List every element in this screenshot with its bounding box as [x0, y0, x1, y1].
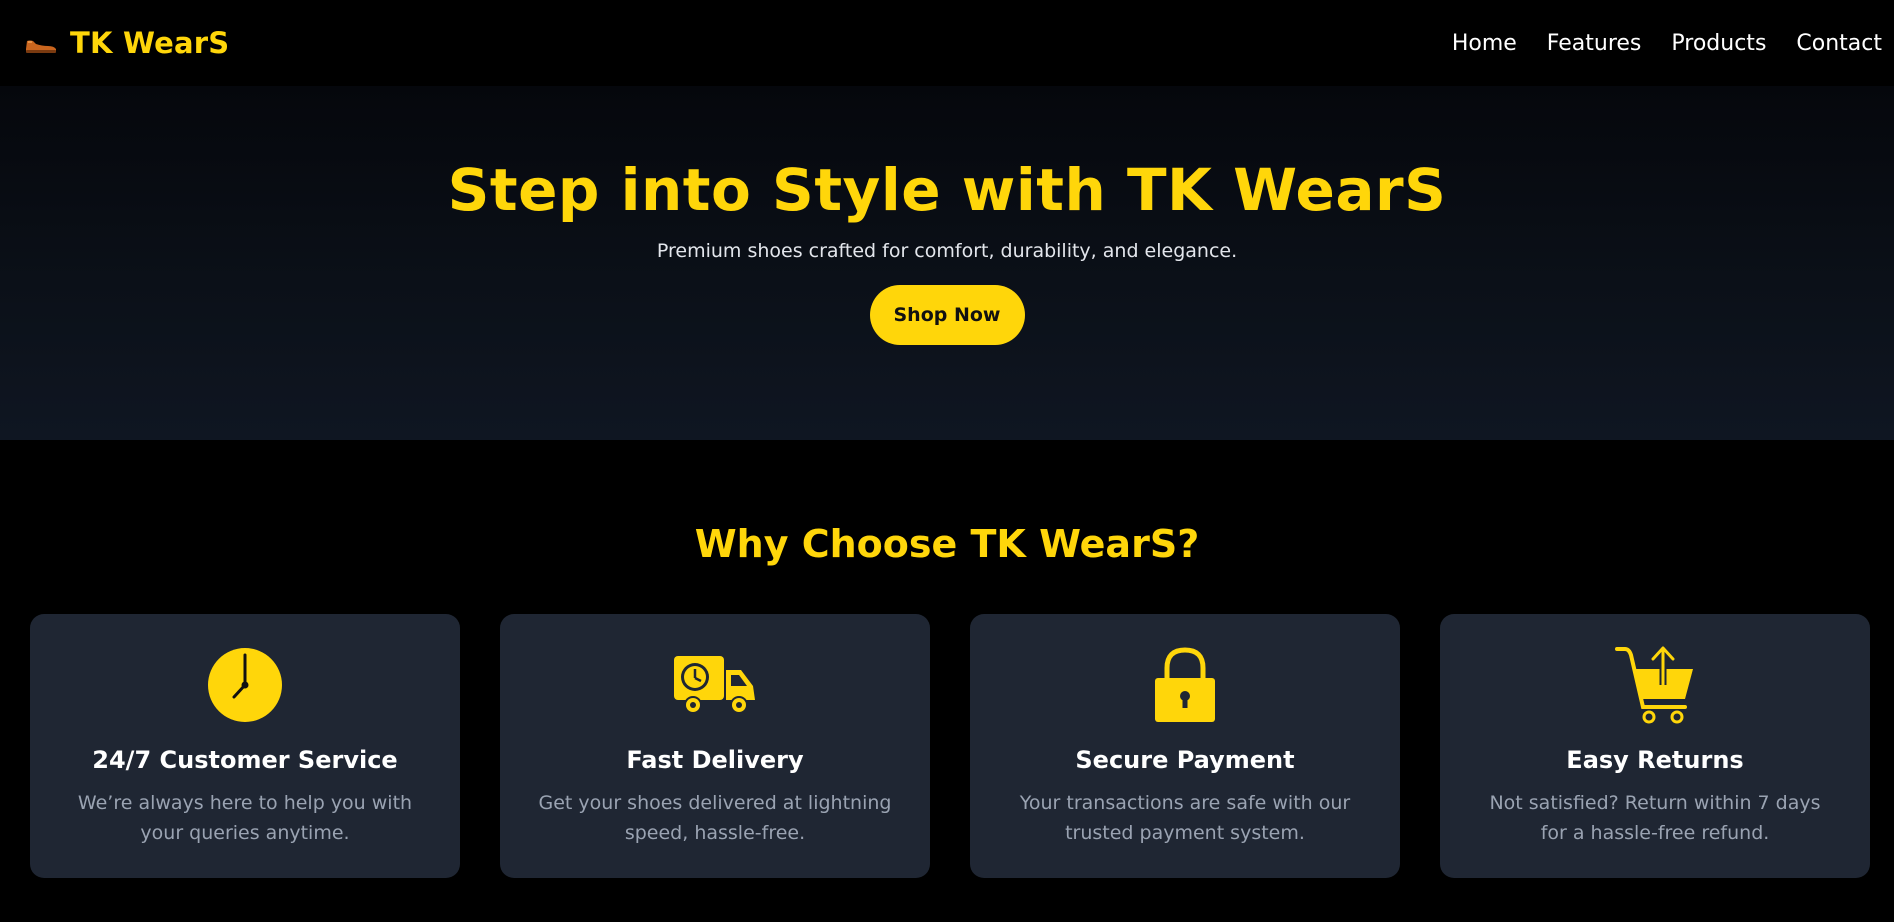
delivery-truck-icon: [673, 646, 757, 724]
nav-link-features[interactable]: Features: [1547, 31, 1642, 56]
feature-card-customer-service: 24/7 Customer Service We’re always here …: [30, 614, 460, 878]
top-nav: TK WearS Home Features Products Contact: [0, 0, 1894, 86]
hero-section: Step into Style with TK WearS Premium sh…: [0, 86, 1894, 440]
hero-title: Step into Style with TK WearS: [447, 156, 1447, 224]
shop-now-button[interactable]: Shop Now: [869, 284, 1025, 345]
feature-title: Easy Returns: [1566, 746, 1744, 774]
feature-card-easy-returns: Easy Returns Not satisfied? Return withi…: [1440, 614, 1870, 878]
feature-card-fast-delivery: Fast Delivery Get your shoes delivered a…: [500, 614, 930, 878]
shoe-icon: [24, 31, 58, 55]
nav-links: Home Features Products Contact: [1452, 31, 1882, 56]
nav-link-products[interactable]: Products: [1671, 31, 1766, 56]
feature-title: Fast Delivery: [626, 746, 804, 774]
clock-icon: [203, 646, 287, 724]
feature-card-secure-payment: Secure Payment Your transactions are saf…: [970, 614, 1400, 878]
feature-description: Get your shoes delivered at lightning sp…: [538, 792, 892, 844]
brand[interactable]: TK WearS: [24, 26, 229, 60]
brand-name: TK WearS: [70, 26, 230, 60]
cart-return-icon: [1613, 646, 1697, 724]
feature-description: We’re always here to help you with your …: [77, 792, 413, 844]
feature-description: Not satisfied? Return within 7 days for …: [1489, 792, 1821, 844]
feature-title: Secure Payment: [1075, 746, 1295, 774]
features-title: Why Choose TK WearS?: [694, 522, 1200, 566]
nav-link-contact[interactable]: Contact: [1796, 31, 1882, 56]
feature-description: Your transactions are safe with our trus…: [1019, 792, 1351, 844]
features-section: Why Choose TK WearS? 24/7 Customer Servi…: [0, 440, 1894, 878]
feature-title: 24/7 Customer Service: [92, 746, 398, 774]
nav-link-home[interactable]: Home: [1452, 31, 1517, 56]
feature-cards: 24/7 Customer Service We’re always here …: [0, 614, 1894, 878]
lock-icon: [1143, 646, 1227, 724]
hero-subtitle: Premium shoes crafted for comfort, durab…: [656, 239, 1238, 262]
